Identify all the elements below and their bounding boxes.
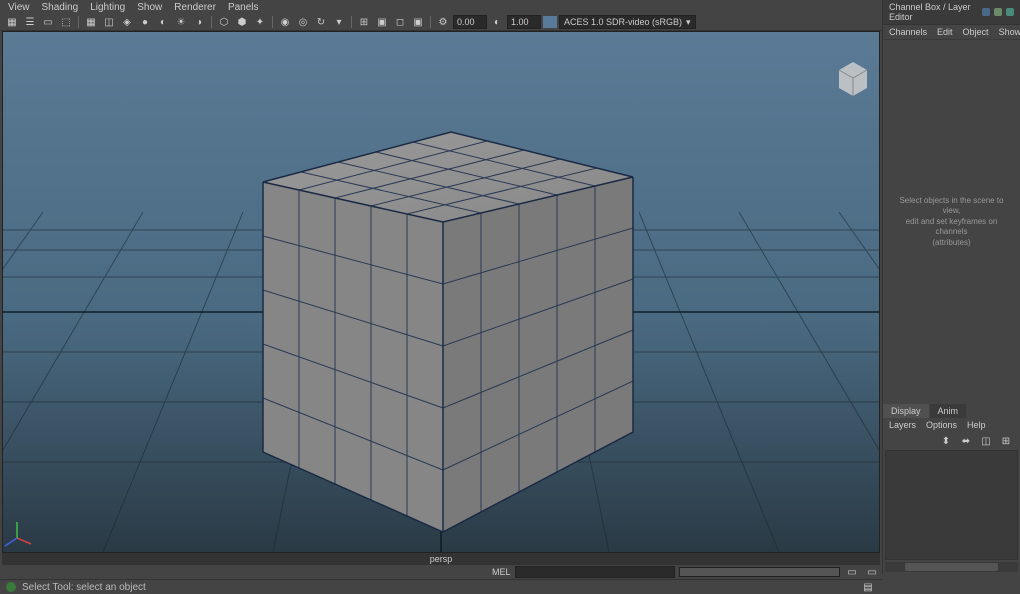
contrast-icon[interactable]: ◐ xyxy=(489,15,505,29)
channel-box-hint: Select objects in the scene to view, edi… xyxy=(890,196,1013,248)
wireframe-icon[interactable]: ◈ xyxy=(119,15,135,29)
create-empty-layer-icon[interactable]: ◫ xyxy=(978,434,994,448)
gamma-icon[interactable]: ◎ xyxy=(295,15,311,29)
cb-menu-channels[interactable]: Channels xyxy=(889,27,927,37)
camera-label: persp xyxy=(2,553,880,565)
layer-list[interactable] xyxy=(885,450,1018,560)
panel-icon-1[interactable] xyxy=(982,8,990,16)
layer-menu-options[interactable]: Options xyxy=(926,420,957,430)
layer-menu-layers[interactable]: Layers xyxy=(889,420,916,430)
shadows-icon[interactable]: ◑ xyxy=(191,15,207,29)
menu-shading[interactable]: Shading xyxy=(42,2,79,13)
dropdown-icon[interactable]: ▾ xyxy=(331,15,347,29)
colorspace-dropdown[interactable]: ACES 1.0 SDR-video (sRGB) ▾ xyxy=(559,15,696,29)
gear-icon[interactable]: ⚙ xyxy=(435,15,451,29)
viewport-scene xyxy=(3,32,879,552)
panel-icon-2[interactable] xyxy=(994,8,1002,16)
status-text: Select Tool: select an object xyxy=(22,582,146,593)
isolate-icon[interactable]: ⬡ xyxy=(216,15,232,29)
auto-key-icon[interactable]: ▭ xyxy=(864,565,880,579)
range-slider[interactable] xyxy=(679,567,840,577)
mel-input[interactable] xyxy=(515,566,676,578)
create-layer-icon[interactable]: ⊞ xyxy=(998,434,1014,448)
tab-display[interactable]: Display xyxy=(883,404,930,418)
channel-box-title: Channel Box / Layer Editor xyxy=(889,2,982,22)
menu-lighting[interactable]: Lighting xyxy=(90,2,125,13)
panel-icon-3[interactable] xyxy=(1006,8,1014,16)
menu-renderer[interactable]: Renderer xyxy=(174,2,216,13)
viewport-toolbar: ▦ ☰ ▭ ⬚ ▦ ◫ ◈ ● ◐ ☀ ◑ ⬡ ⬢ ✦ ◉ ◎ ↻ ▾ xyxy=(0,14,882,31)
menu-show[interactable]: Show xyxy=(137,2,162,13)
expose-icon[interactable]: ◉ xyxy=(277,15,293,29)
layer-menu-help[interactable]: Help xyxy=(967,420,986,430)
xray-joint-icon[interactable]: ✦ xyxy=(252,15,268,29)
image-plane-icon[interactable]: ▭ xyxy=(40,15,56,29)
overlay-icon[interactable]: ▣ xyxy=(374,15,390,29)
tab-anim[interactable]: Anim xyxy=(930,404,968,418)
layer-tabs: Display Anim xyxy=(883,404,1020,418)
layer-h-scroll[interactable] xyxy=(885,562,1018,572)
status-ok-icon xyxy=(6,582,16,592)
timeline: MEL ▭ ▭ xyxy=(0,565,882,579)
move-layer-up-icon[interactable]: ⬍ xyxy=(938,434,954,448)
menu-view[interactable]: View xyxy=(8,2,30,13)
move-layer-down-icon[interactable]: ⬌ xyxy=(958,434,974,448)
film-gate-icon[interactable]: ⬚ xyxy=(58,15,74,29)
viewport-menu-bar: View Shading Lighting Show Renderer Pane… xyxy=(0,0,882,14)
cb-menu-show[interactable]: Show xyxy=(999,27,1020,37)
status-bar: Select Tool: select an object ▤ xyxy=(0,579,882,594)
cb-menu-edit[interactable]: Edit xyxy=(937,27,953,37)
camera-icon[interactable]: ▣ xyxy=(410,15,426,29)
swatch-icon[interactable] xyxy=(543,16,557,28)
menu-panels[interactable]: Panels xyxy=(228,2,259,13)
cb-menu-object[interactable]: Object xyxy=(963,27,989,37)
resolution-icon[interactable]: ⊞ xyxy=(356,15,372,29)
select-camera-icon[interactable]: ▦ xyxy=(4,15,20,29)
view-transform-icon[interactable]: ↻ xyxy=(313,15,329,29)
lights-icon[interactable]: ☀ xyxy=(173,15,189,29)
xray-icon[interactable]: ⬢ xyxy=(234,15,250,29)
safe-icon[interactable]: ◻ xyxy=(392,15,408,29)
textured-icon[interactable]: ◐ xyxy=(155,15,171,29)
grid-icon[interactable]: ▦ xyxy=(83,15,99,29)
gamma-field[interactable]: 1.00 xyxy=(507,15,541,29)
viewport[interactable] xyxy=(2,31,880,553)
bookmark-icon[interactable]: ☰ xyxy=(22,15,38,29)
shaded-icon[interactable]: ● xyxy=(137,15,153,29)
script-output-icon[interactable]: ▤ xyxy=(860,580,876,594)
gate-mask-icon[interactable]: ◫ xyxy=(101,15,117,29)
channel-box-panel: Channel Box / Layer Editor Channels Edit… xyxy=(882,0,1020,574)
char-set-icon[interactable]: ▭ xyxy=(844,565,860,579)
exposure-field[interactable]: 0.00 xyxy=(453,15,487,29)
mel-label: MEL xyxy=(492,567,511,577)
